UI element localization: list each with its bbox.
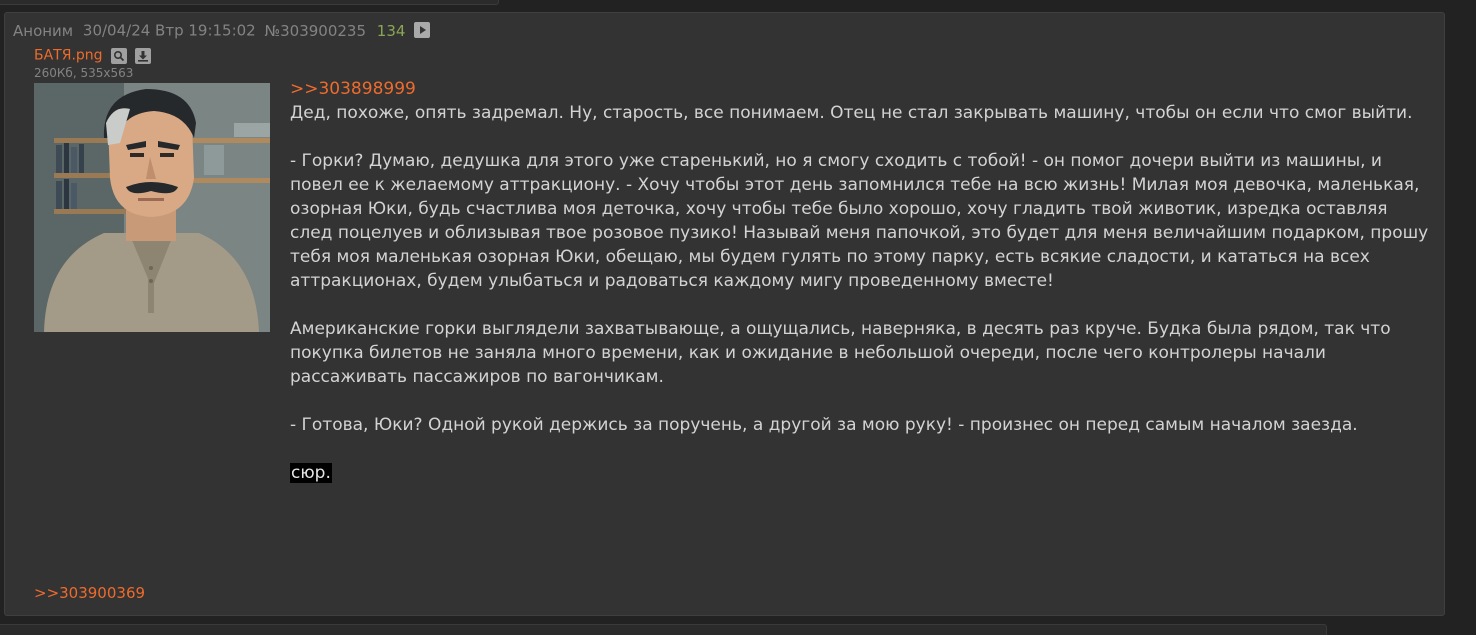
reply-to-link[interactable]: >>303898999 <box>290 77 1430 101</box>
paragraph-1: Дед, похоже, опять задремал. Ну, старост… <box>290 103 1413 123</box>
paragraph-3: Американские горки выглядели захватывающ… <box>290 319 1391 387</box>
spoiler-text[interactable]: сюр. <box>290 463 332 483</box>
file-info: БАТЯ.png <box>34 45 151 65</box>
backlink-reply[interactable]: >>303900369 <box>34 584 145 602</box>
post-message: >>303898999 Дед, похоже, опять задремал.… <box>290 77 1430 485</box>
download-icon[interactable] <box>134 47 151 64</box>
paragraph-4: - Готова, Юки? Одной рукой держись за по… <box>290 415 1358 435</box>
previous-post-edge <box>0 0 499 5</box>
post-header: Аноним 30/04/24 Втр 19:15:02 №303900235 … <box>13 21 431 41</box>
post-container: Аноним 30/04/24 Втр 19:15:02 №303900235 … <box>4 12 1445 616</box>
post-author: Аноним <box>13 21 74 40</box>
file-meta: 260Кб, 535x563 <box>34 66 134 80</box>
play-icon[interactable] <box>414 21 431 38</box>
post-datetime: 30/04/24 Втр 19:15:02 <box>82 21 256 40</box>
post-number-link[interactable]: №303900235 <box>265 22 367 40</box>
paragraph-2: - Горки? Думаю, дедушка для этого уже ст… <box>290 151 1429 291</box>
post-reply-count[interactable]: 134 <box>377 22 406 40</box>
cartoon-man-image <box>34 83 270 332</box>
magnifier-icon[interactable] <box>110 47 127 64</box>
file-name-link[interactable]: БАТЯ.png <box>34 48 103 64</box>
next-post-edge <box>0 624 1327 635</box>
post-image-thumbnail[interactable] <box>34 83 270 332</box>
